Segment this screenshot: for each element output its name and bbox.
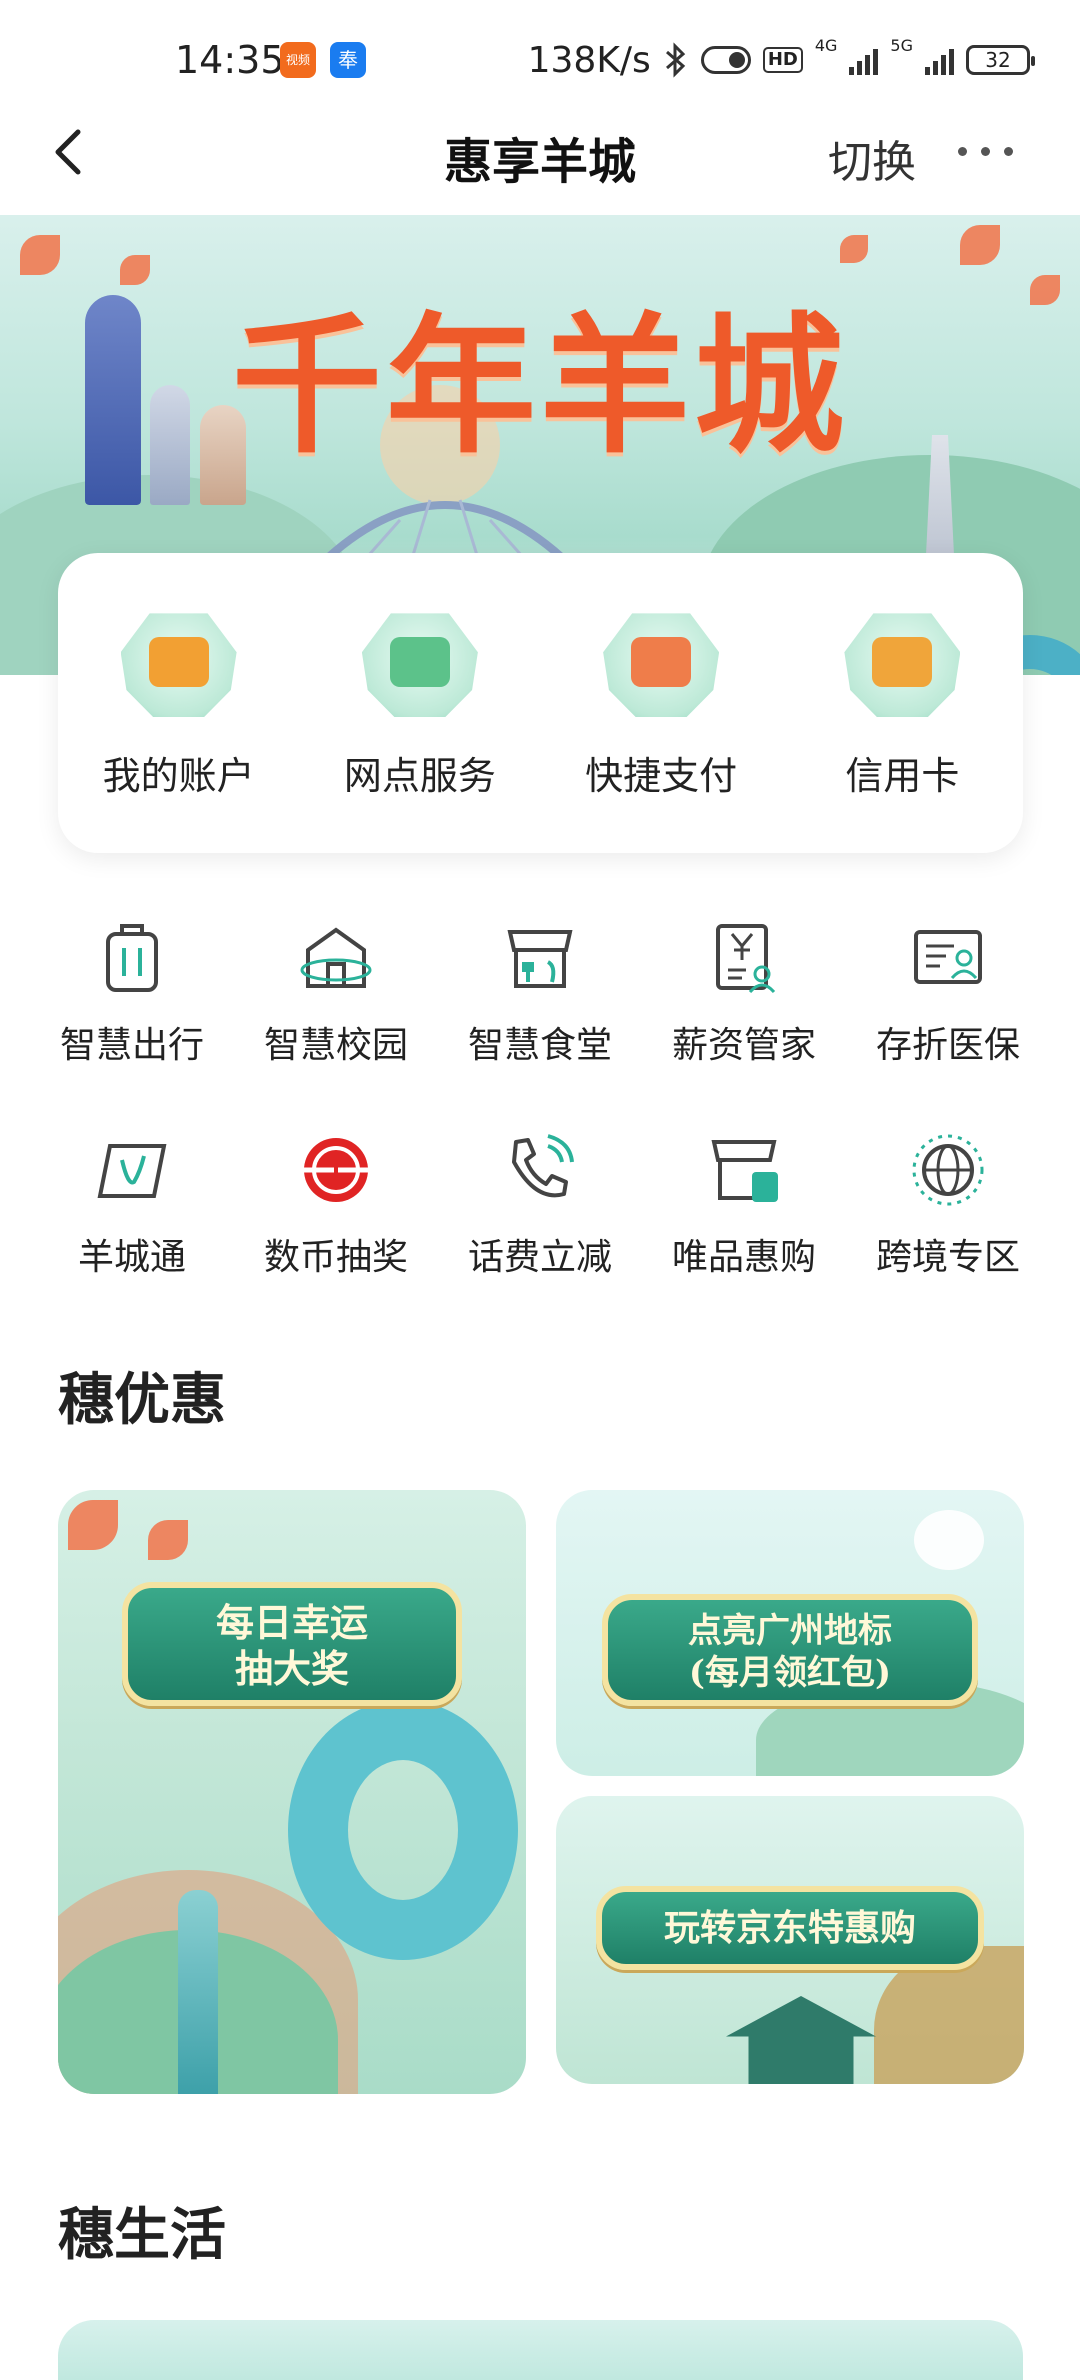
quick-item-label: 信用卡 — [845, 754, 960, 798]
promo-card-jd-deals[interactable]: 玩转京东特惠购 — [556, 1796, 1024, 2084]
life-card[interactable] — [58, 2320, 1023, 2380]
banner-flower — [960, 225, 1000, 265]
grid-item-label: 唯品惠购 — [671, 1237, 816, 1278]
promo-card-guangzhou-landmark[interactable]: 点亮广州地标 (每月领红包) — [556, 1490, 1024, 1776]
service-salary-manager[interactable]: 薪资管家 — [642, 920, 846, 1132]
quick-item-my-account[interactable]: 我的账户 — [58, 553, 299, 853]
promo-card-daily-lottery[interactable]: 每日幸运 抽大奖 — [58, 1490, 526, 2094]
service-passbook-medical[interactable]: 存折医保 — [846, 920, 1050, 1132]
notification-app-icon: 视频 — [280, 42, 316, 78]
service-phone-bill[interactable]: 话费立减 — [438, 1132, 642, 1344]
grid-item-label: 智慧出行 — [59, 1025, 204, 1066]
bluetooth-icon — [665, 42, 686, 78]
banner-flower — [840, 235, 868, 263]
salary-doc-icon — [716, 924, 776, 994]
quick-item-label: 快捷支付 — [585, 754, 738, 798]
school-icon — [300, 927, 372, 988]
service-cross-border[interactable]: 跨境专区 — [846, 1132, 1050, 1344]
quick-item-branch-service[interactable]: 网点服务 — [299, 553, 540, 853]
quick-item-label: 网点服务 — [343, 754, 496, 798]
grid-item-label: 智慧校园 — [263, 1025, 408, 1066]
section-title-life: 穗生活 — [58, 2203, 226, 2268]
luggage-icon — [106, 924, 158, 992]
grid-item-label: 跨境专区 — [875, 1237, 1020, 1278]
net-5g-label: 5G — [890, 36, 913, 55]
switch-button[interactable]: 切换 — [828, 126, 916, 190]
ecny-icon — [302, 1138, 370, 1202]
card-envelope-icon — [844, 613, 961, 717]
grid-item-label: 羊城通 — [77, 1237, 186, 1278]
bank-counter-icon — [361, 613, 478, 717]
promo-text-line: 每日幸运 — [215, 1600, 368, 1645]
yct-card-icon — [97, 1144, 167, 1198]
status-time: 14:35 — [175, 38, 285, 82]
grid-item-label: 数币抽奖 — [263, 1237, 408, 1278]
quick-item-label: 我的账户 — [102, 754, 255, 798]
battery-icon: 32 — [966, 45, 1035, 75]
quick-item-quick-pay[interactable]: 快捷支付 — [541, 553, 782, 853]
service-vip-shopping[interactable]: 唯品惠购 — [642, 1132, 846, 1344]
section-title-promotions: 穗优惠 — [58, 1368, 226, 1433]
promo-text-line: 抽大奖 — [234, 1646, 349, 1691]
promo-text-line: 玩转京东特惠购 — [663, 1907, 916, 1949]
medical-card-icon — [914, 930, 982, 984]
service-grid-row: 羊城通 数币抽奖 话费立减 唯品惠购 跨境专区 — [30, 1132, 1050, 1344]
service-grid-row: 智慧出行 智慧校园 智慧食堂 薪资管家 存折医保 — [30, 920, 1050, 1132]
globe-icon — [912, 1134, 984, 1206]
promo-ring-building — [288, 1700, 518, 1960]
promo-flower — [68, 1500, 118, 1550]
promo-tower — [178, 1890, 218, 2094]
net-4g-label: 4G — [814, 36, 838, 55]
promo-text-line: (每月领红包) — [688, 1653, 892, 1693]
status-right-group: 138K/s HD 4G 5G 32 — [527, 36, 1035, 82]
promo-text-line: 点亮广州地标 — [688, 1611, 892, 1651]
signal-5g-icon — [925, 45, 954, 75]
quick-item-credit-card[interactable]: 信用卡 — [782, 553, 1023, 853]
grid-item-label: 存折医保 — [875, 1025, 1020, 1066]
nfc-toggle-icon — [700, 46, 751, 74]
service-smart-travel[interactable]: 智慧出行 — [30, 920, 234, 1132]
service-ecny-lottery[interactable]: 数币抽奖 — [234, 1132, 438, 1344]
page-title: 惠享羊城 — [443, 134, 636, 190]
service-grid: 智慧出行 智慧校园 智慧食堂 薪资管家 存折医保 羊城通 数币抽奖 话费立减 唯… — [30, 920, 1050, 1344]
service-smart-campus[interactable]: 智慧校园 — [234, 920, 438, 1132]
nav-bar: 惠享羊城 切换 — [0, 100, 1080, 215]
promo-flower — [148, 1520, 188, 1560]
network-speed: 138K/s — [527, 39, 651, 81]
signal-4g-icon — [849, 45, 879, 75]
receipt-icon — [603, 613, 720, 717]
vip-store-icon — [711, 1140, 778, 1202]
more-dots-icon[interactable] — [958, 136, 1028, 166]
notification-app-icon: 奉 — [330, 42, 366, 78]
wallet-icon — [120, 613, 237, 717]
service-smart-canteen[interactable]: 智慧食堂 — [438, 920, 642, 1132]
service-yangchengtong[interactable]: 羊城通 — [30, 1132, 234, 1344]
grid-item-label: 智慧食堂 — [467, 1025, 612, 1066]
grid-item-label: 薪资管家 — [671, 1025, 816, 1066]
crane-decoration — [914, 1510, 984, 1570]
pavilion-decoration — [726, 1996, 876, 2084]
canteen-icon — [507, 930, 573, 988]
grid-item-label: 话费立减 — [467, 1237, 612, 1278]
promo-plaque: 点亮广州地标 (每月领红包) — [602, 1594, 978, 1706]
hd-badge: HD — [762, 47, 803, 73]
promo-plaque: 每日幸运 抽大奖 — [122, 1582, 462, 1706]
banner-title: 千年羊城 — [231, 298, 848, 474]
quick-services-card: 我的账户 网点服务 快捷支付 信用卡 — [58, 553, 1023, 853]
promo-plaque: 玩转京东特惠购 — [596, 1886, 984, 1970]
phone-icon — [512, 1134, 574, 1198]
